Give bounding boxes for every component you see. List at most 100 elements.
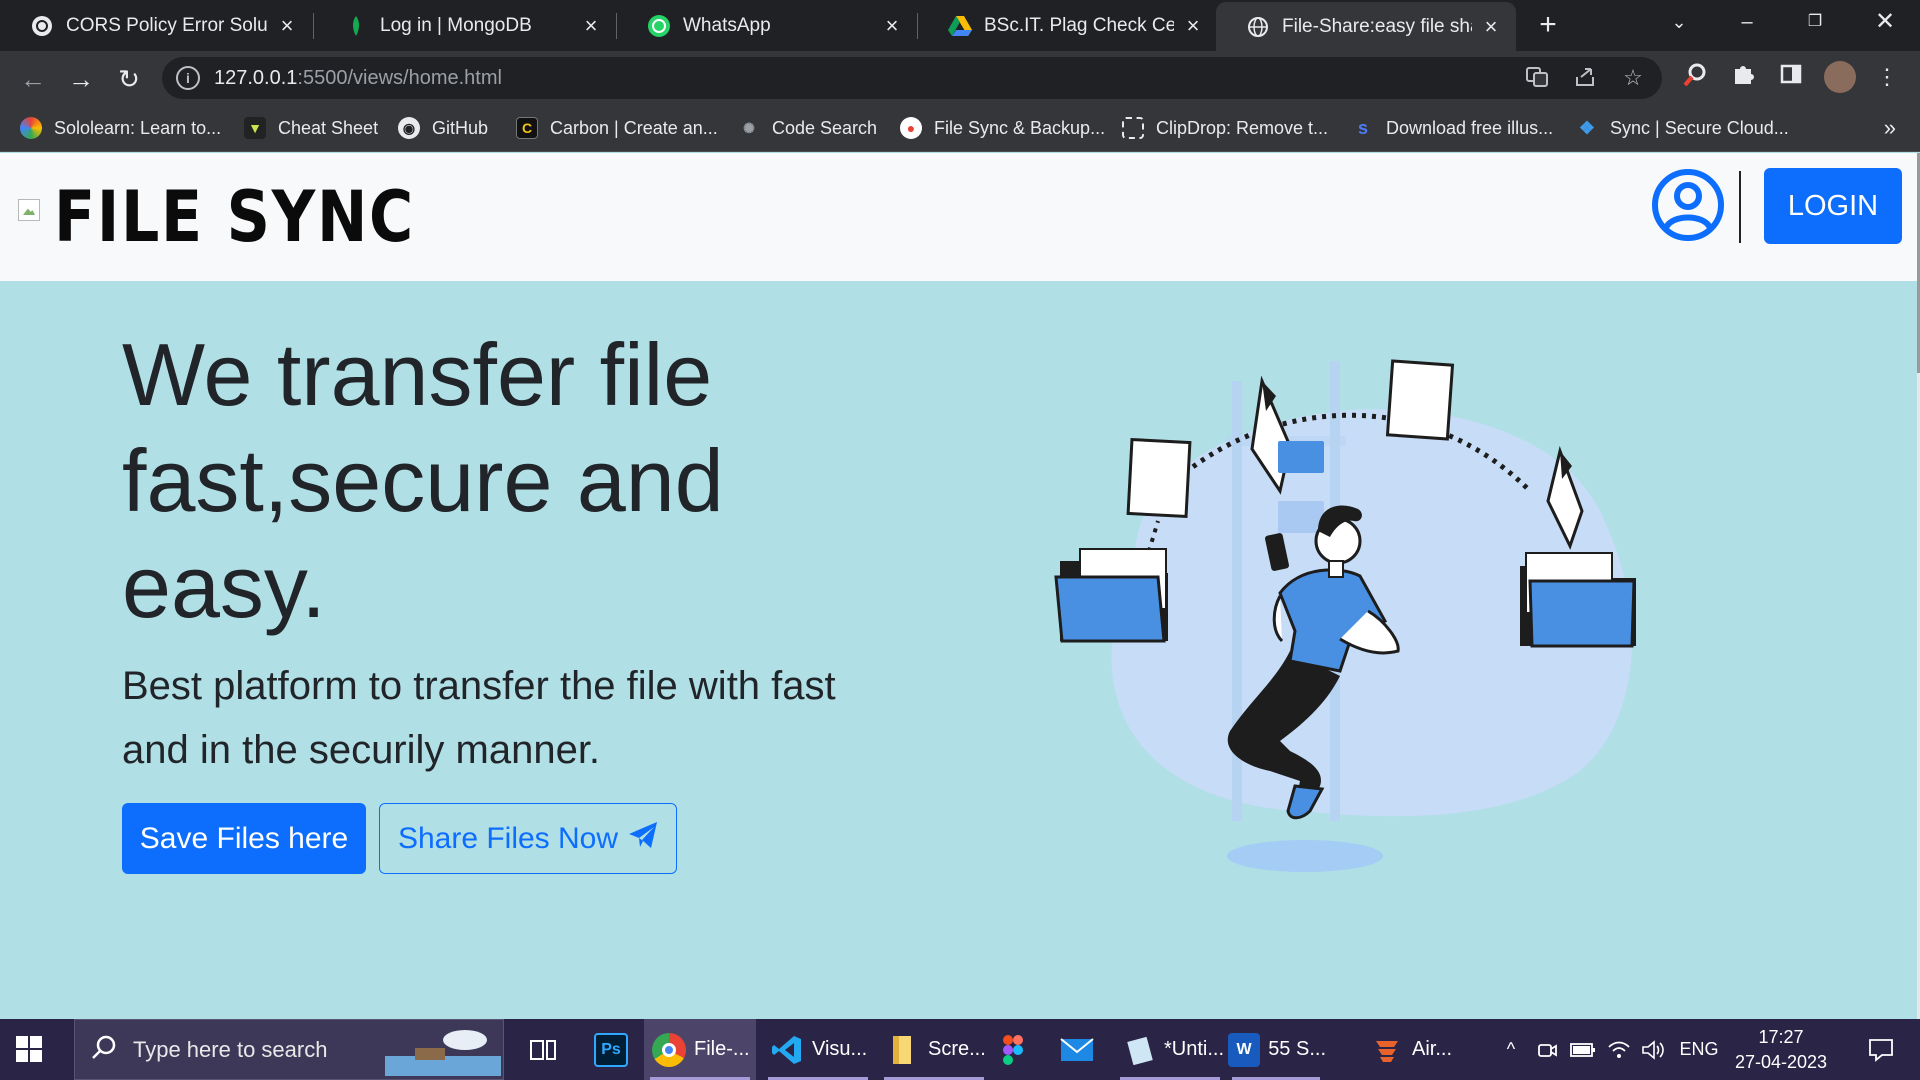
task-view-button[interactable] (520, 1019, 566, 1080)
vscode-icon (770, 1033, 804, 1067)
windows-start-icon[interactable] (14, 1034, 58, 1068)
close-icon[interactable]: × (276, 14, 298, 37)
taskbar-clock[interactable]: 17:27 27-04-2023 (1726, 1025, 1836, 1075)
taskbar-figma[interactable] (990, 1019, 1036, 1080)
mongodb-icon (344, 14, 368, 38)
save-files-button[interactable]: Save Files here (122, 803, 366, 874)
notifications-icon[interactable] (1858, 1019, 1904, 1080)
broken-logo-image (18, 199, 40, 221)
bookmark-sync[interactable]: ❖ Sync | Secure Cloud... (1576, 112, 1789, 144)
taskbar-vscode[interactable]: Visu... (762, 1019, 874, 1080)
tab-title: BSc.IT. Plag Check Certificate (984, 14, 1174, 36)
taskbar-chrome[interactable]: File-... (644, 1019, 756, 1080)
minimize-button[interactable]: – (1714, 0, 1780, 44)
chrome-icon (652, 1032, 686, 1067)
bookmark-sololearn[interactable]: Sololearn: Learn to... (20, 112, 221, 144)
search-highlight-image-icon (385, 1026, 501, 1076)
browser-tab-fileshare[interactable]: File-Share:easy file sharing × (1216, 2, 1516, 51)
login-button[interactable]: LOGIN (1764, 168, 1902, 244)
bookmark-label: GitHub (432, 117, 489, 138)
close-icon[interactable]: × (881, 14, 903, 37)
figma-icon (996, 1033, 1030, 1067)
profile-avatar[interactable] (1824, 61, 1856, 93)
close-icon[interactable]: × (1480, 15, 1502, 38)
file-transfer-illustration (1054, 359, 1636, 872)
tab-title: File-Share:easy file sharing (1282, 15, 1472, 37)
reload-icon[interactable]: ↻ (112, 62, 146, 96)
search-placeholder: Type here to search (133, 1037, 328, 1062)
wifi-icon[interactable] (1604, 1019, 1634, 1080)
brand-logo[interactable]: FILE SYNC (54, 177, 415, 257)
browser-toolbar: ← → ↻ i 127.0.0.1:5500/views/home.html ☆… (0, 51, 1920, 105)
input-language[interactable]: ENG (1676, 1019, 1722, 1080)
browser-tab-whatsapp[interactable]: WhatsApp × (617, 0, 917, 51)
taskbar-search-box[interactable]: Type here to search (74, 1019, 504, 1080)
url-path: :5500/views/home.html (297, 67, 502, 89)
hero-subtitle: Best platform to transfer the file with … (122, 664, 836, 772)
clock-time: 17:27 (1758, 1027, 1804, 1047)
bookmark-github[interactable]: ◉ GitHub (398, 112, 488, 144)
close-window-button[interactable]: ✕ (1852, 0, 1918, 44)
tab-search-chevron-icon[interactable]: ⌄ (1646, 0, 1712, 44)
restore-button[interactable]: ❐ (1782, 0, 1848, 44)
taskbar-photoshop[interactable]: Ps (588, 1019, 634, 1080)
tab-title: WhatsApp (683, 14, 771, 36)
mail-icon (1060, 1033, 1094, 1067)
more-bookmarks-chevron-icon[interactable]: » (1884, 115, 1896, 141)
clock-date: 27-04-2023 (1734, 1052, 1828, 1072)
taskbar-mail[interactable] (1054, 1019, 1100, 1080)
volume-icon[interactable] (1638, 1019, 1668, 1080)
bookmark-code-search[interactable]: ✺ Code Search (738, 112, 877, 144)
bookmark-label: Sololearn: Learn to... (54, 117, 222, 138)
bookmark-carbon[interactable]: C Carbon | Create an... (516, 112, 718, 144)
address-bar[interactable]: i 127.0.0.1:5500/views/home.html ☆ (162, 57, 1662, 99)
github-icon: ◉ (398, 117, 420, 139)
code-search-icon: ✺ (743, 119, 755, 136)
share-icon[interactable] (1572, 65, 1598, 91)
taskbar-app-label: Air... (1412, 1038, 1453, 1060)
airtable-icon (1370, 1033, 1404, 1067)
back-arrow-icon[interactable]: ← (16, 62, 50, 96)
file-explorer-icon (886, 1033, 920, 1067)
taskbar-word[interactable]: W 55 S... (1226, 1019, 1326, 1080)
new-tab-button[interactable]: + (1531, 10, 1565, 42)
bookmark-label: Code Search (772, 117, 878, 138)
browser-tab-cors[interactable]: CORS Policy Error Solution × (0, 0, 312, 51)
bookmark-star-icon[interactable]: ☆ (1620, 65, 1646, 91)
taskbar-air-app[interactable]: Air... (1366, 1019, 1470, 1080)
close-icon[interactable]: × (1182, 14, 1204, 37)
meet-now-icon[interactable] (1532, 1019, 1562, 1080)
sololearn-icon (20, 117, 42, 139)
filesync-icon: ● (900, 117, 922, 139)
bookmark-clipdrop[interactable]: ClipDrop: Remove t... (1122, 112, 1328, 144)
translate-icon[interactable] (1524, 65, 1550, 91)
taskbar-app-label: 55 S... (1268, 1038, 1326, 1060)
extensions-puzzle-icon[interactable] (1728, 62, 1758, 92)
forward-arrow-icon[interactable]: → (64, 62, 98, 96)
bookmarks-bar: Sololearn: Learn to... ▼ Cheat Sheet ◉ Git… (0, 105, 1920, 152)
close-icon[interactable]: × (580, 14, 602, 37)
show-hidden-icons-chevron-icon[interactable]: ^ (1496, 1019, 1526, 1080)
share-files-button[interactable]: Share Files Now (379, 803, 677, 874)
taskbar-file-explorer[interactable]: Scre... (878, 1019, 990, 1080)
bookmark-label: Carbon | Create an... (550, 117, 718, 138)
user-account-icon[interactable] (1651, 168, 1725, 242)
bookmark-label: File Sync & Backup... (934, 117, 1106, 138)
windows-taskbar: Type here to search Ps File-... Visu... … (0, 1019, 1920, 1080)
browser-tab-drive[interactable]: BSc.IT. Plag Check Certificate × (918, 0, 1218, 51)
site-info-icon[interactable]: i (176, 66, 200, 90)
tab-title: CORS Policy Error Solution (66, 14, 268, 36)
more-menu-icon[interactable]: ⋮ (1872, 62, 1902, 92)
bookmark-label: Cheat Sheet (278, 117, 379, 138)
bookmark-download-illus[interactable]: s Download free illus... (1352, 112, 1553, 144)
extension-search-icon[interactable] (1680, 62, 1710, 92)
side-panel-icon[interactable] (1776, 62, 1806, 92)
bookmark-file-sync[interactable]: ● File Sync & Backup... (900, 112, 1105, 144)
browser-tab-mongodb[interactable]: Log in | MongoDB × (314, 0, 616, 51)
task-view-icon (526, 1033, 560, 1067)
chatgpt-icon (30, 14, 54, 38)
taskbar-notepad[interactable]: *Unti... (1114, 1019, 1226, 1080)
notepad-icon (1122, 1033, 1156, 1067)
bookmark-cheat-sheet[interactable]: ▼ Cheat Sheet (244, 112, 378, 144)
battery-icon[interactable] (1568, 1019, 1598, 1080)
